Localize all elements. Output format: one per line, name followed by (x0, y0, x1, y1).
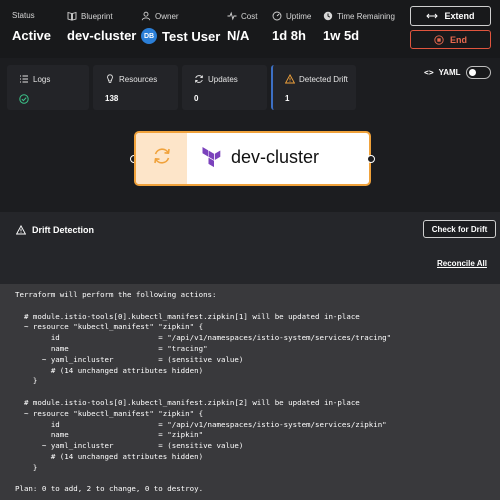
code-line: Plan: 0 to add, 2 to change, 0 to destro… (15, 484, 204, 494)
extend-label: Extend (444, 11, 475, 21)
tab-updates[interactable]: Updates 0 (182, 65, 267, 110)
owner-label: Owner (155, 11, 179, 21)
sync-icon (152, 146, 172, 171)
drift-detection-panel: Drift Detection Check for Drift Reconcil… (0, 212, 500, 500)
code-line: ~ resource "kubectl_manifest" "zipkin" { (15, 322, 204, 332)
book-icon (67, 11, 77, 21)
tab-resources-label: Resources (119, 74, 158, 84)
code-line: ~ yaml_incluster = (sensitive value) (15, 354, 244, 364)
code-line: # module.istio-tools[0].kubectl_manifest… (15, 311, 360, 321)
tab-detected-drift-label: Detected Drift (299, 74, 348, 84)
tab-resources[interactable]: Resources 138 (93, 65, 178, 110)
cost-label: Cost (241, 11, 258, 21)
warning-icon (285, 74, 295, 84)
node-title: dev-cluster (231, 147, 320, 167)
tab-logs[interactable]: Logs (7, 65, 89, 110)
refresh-icon (194, 74, 204, 84)
end-label: End (450, 34, 467, 45)
environment-header: Status Active Blueprint dev-cluster Owne… (0, 0, 500, 58)
tab-updates-label: Updates (208, 74, 238, 84)
code-line: # (14 unchanged attributes hidden) (15, 451, 204, 461)
terraform-logo-icon (200, 146, 224, 175)
end-button[interactable]: End (410, 30, 491, 49)
resize-arrows-icon (426, 11, 439, 21)
drift-panel-title: Drift Detection (32, 225, 95, 235)
code-line: id = "/api/v1/namespaces/istio-system/se… (15, 419, 387, 429)
code-block: Terraform will perform the following act… (15, 290, 391, 495)
check-for-drift-button[interactable]: Check for Drift (423, 220, 496, 238)
user-icon (141, 11, 151, 21)
tab-resources-count: 138 (105, 94, 119, 103)
tab-updates-count: 0 (194, 94, 199, 103)
owner-value: Test User (162, 28, 221, 44)
uptime-value: 1d 8h (272, 28, 306, 43)
yaml-label: YAML (438, 68, 461, 77)
code-line: name = "tracing" (15, 343, 208, 353)
pulse-icon (227, 11, 237, 21)
clock-icon (323, 11, 333, 21)
uptime-label: Uptime (286, 11, 312, 21)
gauge-icon (272, 11, 282, 21)
list-icon (19, 74, 29, 84)
code-line: ~ resource "kubectl_manifest" "zipkin" { (15, 408, 204, 418)
time-remaining-label: Time Remaining (337, 11, 395, 21)
code-line: ~ yaml_incluster = (sensitive value) (15, 441, 244, 451)
extend-button[interactable]: Extend (410, 6, 491, 26)
code-line: name = "zipkin" (15, 430, 204, 440)
status-label: Status (12, 11, 35, 20)
code-line: } (15, 462, 38, 472)
check-circle-icon (19, 94, 29, 104)
terraform-plan-output: Terraform will perform the following act… (0, 284, 500, 500)
bulb-icon (105, 74, 115, 84)
toggle-knob (468, 69, 476, 76)
tab-detected-drift-count: 1 (285, 94, 290, 103)
stop-icon (434, 34, 444, 45)
reconcile-all-link[interactable]: Reconcile All (437, 259, 487, 268)
yaml-toggle-group: <> YAML (424, 66, 491, 79)
blueprint-value[interactable]: dev-cluster (67, 28, 136, 43)
blueprint-node[interactable]: dev-cluster (134, 131, 371, 186)
blueprint-label: Blueprint (81, 11, 113, 21)
code-line: id = "/api/v1/namespaces/istio-system/se… (15, 333, 392, 343)
time-remaining-value: 1w 5d (323, 28, 360, 43)
warning-icon (16, 225, 26, 235)
yaml-toggle[interactable] (465, 66, 491, 79)
tab-logs-label: Logs (33, 74, 51, 84)
node-output-port[interactable] (367, 155, 375, 163)
tab-detected-drift[interactable]: Detected Drift 1 (271, 65, 356, 110)
avatar: DB (141, 28, 157, 44)
status-value: Active (12, 28, 52, 43)
code-line: # module.istio-tools[0].kubectl_manifest… (15, 397, 360, 407)
code-line: # (14 unchanged attributes hidden) (15, 365, 204, 375)
code-line: } (15, 376, 38, 386)
code-icon: <> (424, 68, 434, 77)
cost-value: N/A (227, 28, 250, 43)
code-line: Terraform will perform the following act… (15, 290, 217, 299)
